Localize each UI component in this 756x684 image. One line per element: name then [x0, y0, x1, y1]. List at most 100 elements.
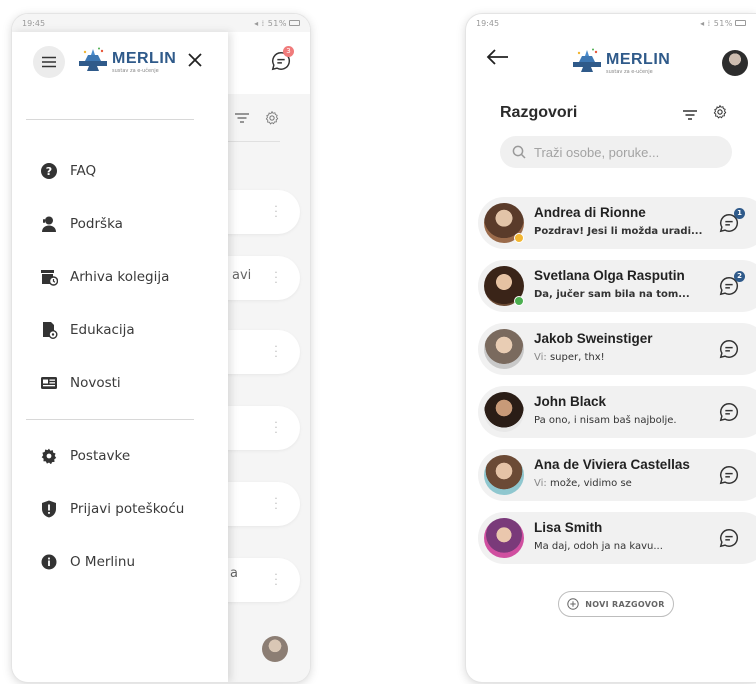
logo-name: MERLIN [112, 50, 177, 67]
question-icon: ? [40, 162, 58, 180]
preview-prefix: Vi: [534, 352, 547, 363]
unread-badge: 2 [734, 271, 745, 282]
conversation-name: John Black [534, 394, 607, 409]
unread-badge: 1 [734, 208, 745, 219]
battery-icon [289, 20, 300, 26]
background-filters [234, 110, 280, 126]
user-avatar[interactable] [722, 50, 748, 76]
battery-level: 51% [267, 18, 287, 28]
conversation-preview: Pozdrav! Jesi li možda uradi... [534, 226, 703, 237]
drawer-header: MERLIN sustav za e-učenje [12, 32, 228, 94]
avatar [484, 329, 524, 369]
avatar[interactable] [262, 636, 288, 662]
menu-item-edukacija[interactable]: Edukacija [40, 318, 135, 342]
merlin-logo: MERLIN sustav za e-učenje [570, 48, 670, 75]
phone-menu-screen: 3 · · · avi · · · · · · · · · · · · a · · · [12, 14, 310, 682]
menu-item-label: Arhiva kolegija [70, 269, 170, 285]
chat-badge: 3 [283, 46, 294, 57]
gear-icon [40, 447, 58, 465]
conversation-item[interactable]: Lisa Smith Ma daj, odoh ja na kavu... [478, 512, 756, 564]
phone-conversations-screen: 19:45 ◂ ⁞ 51% MERLIN sustav za e-učenje [466, 14, 756, 682]
menu-divider [26, 119, 194, 120]
merlin-logo: MERLIN sustav za e-učenje [76, 47, 176, 74]
svg-text:?: ? [46, 165, 52, 178]
conversation-preview: Da, jučer sam bila na tom... [534, 289, 690, 300]
support-icon [40, 215, 58, 233]
merlin-logo-icon [79, 47, 107, 71]
search-icon [512, 145, 526, 159]
kebab-icon: · · · [274, 492, 278, 515]
gear-icon[interactable] [264, 110, 280, 126]
menu-item-o-merlinu[interactable]: O Merlinu [40, 550, 135, 574]
preview-text: super, thx! [549, 352, 605, 363]
menu-item-postavke[interactable]: Postavke [40, 444, 130, 468]
background-card-text: avi [232, 268, 252, 283]
conversation-preview: Vi: super, thx! [534, 352, 605, 363]
conversation-name: Andrea di Rionne [534, 205, 646, 220]
news-icon [40, 374, 58, 392]
conversation-item[interactable]: Ana de Viviera Castellas Vi: može, vidim… [478, 449, 756, 501]
search-input[interactable] [534, 144, 704, 160]
menu-divider [26, 419, 194, 420]
merlin-logo-icon [573, 48, 601, 72]
kebab-icon: · · · [274, 266, 278, 289]
menu-item-podrska[interactable]: Podrška [40, 212, 123, 236]
app-header: MERLIN sustav za e-učenje [466, 32, 756, 90]
conversation-name: Lisa Smith [534, 520, 603, 535]
plus-circle-icon [567, 598, 579, 610]
chat-bubble-icon [719, 340, 739, 359]
preview-prefix: Vi: [534, 478, 547, 489]
gear-icon [713, 104, 727, 119]
preview-text: može, vidimo se [549, 478, 632, 489]
kebab-icon: · · · [274, 568, 278, 591]
logo-subtitle: sustav za e-učenje [112, 68, 159, 74]
conversation-preview: Pa ono, i nisam baš najbolje. [534, 415, 677, 426]
conversation-name: Ana de Viviera Castellas [534, 457, 690, 472]
status-indicators: ◂ ⁞ 51% [700, 19, 746, 28]
settings-button[interactable] [712, 104, 728, 124]
archive-icon [40, 268, 58, 286]
menu-item-prijavi-poteskocu[interactable]: Prijavi poteškoću [40, 497, 184, 521]
chat-bubble-icon [719, 529, 739, 548]
menu-item-label: FAQ [70, 163, 97, 179]
new-conversation-button[interactable]: NOVI RAZGOVOR [558, 591, 674, 617]
menu-item-faq[interactable]: ? FAQ [40, 159, 96, 183]
conversation-item[interactable]: John Black Pa ono, i nisam baš najbolje. [478, 386, 756, 438]
conversation-item[interactable]: Jakob Sweinstiger Vi: super, thx! [478, 323, 756, 375]
chat-bubble-icon [719, 403, 739, 422]
filter-icon [683, 110, 697, 120]
hamburger-button[interactable] [33, 46, 65, 78]
page-title: Razgovori [500, 104, 578, 121]
navigation-drawer: MERLIN sustav za e-učenje ? FAQ Podrška … [12, 32, 228, 682]
menu-item-label: Prijavi poteškoću [70, 501, 185, 517]
filter-icon[interactable] [234, 112, 250, 124]
conversation-preview: Vi: može, vidimo se [534, 478, 632, 489]
chat-notifications-button[interactable]: 3 [270, 46, 294, 76]
menu-item-label: Edukacija [70, 322, 135, 338]
avatar [484, 392, 524, 432]
menu-item-label: Podrška [70, 216, 123, 232]
status-indicators: ◂ ⁞ 51% [254, 19, 300, 28]
avatar [484, 518, 524, 558]
close-drawer-button[interactable] [186, 51, 204, 73]
conversation-name: Svetlana Olga Rasputin [534, 268, 685, 283]
menu-item-novosti[interactable]: Novosti [40, 371, 121, 395]
status-time: 19:45 [22, 18, 46, 28]
hamburger-icon [42, 56, 56, 68]
chat-bubble-icon [719, 466, 739, 485]
background-card-text: a [230, 566, 238, 581]
back-arrow-icon [486, 49, 508, 65]
info-icon [40, 553, 58, 571]
back-button[interactable] [486, 48, 510, 70]
menu-item-arhiva-kolegija[interactable]: Arhiva kolegija [40, 265, 169, 289]
menu-item-label: Novosti [70, 375, 121, 391]
status-dot [514, 233, 524, 243]
conversation-item[interactable]: Svetlana Olga Rasputin Da, jučer sam bil… [478, 260, 756, 312]
conversation-name: Jakob Sweinstiger [534, 331, 653, 346]
menu-item-label: O Merlinu [70, 554, 136, 570]
conversation-item[interactable]: Andrea di Rionne Pozdrav! Jesi li možda … [478, 197, 756, 249]
avatar [484, 455, 524, 495]
filter-button[interactable] [682, 106, 698, 125]
logo-name: MERLIN [606, 51, 671, 68]
new-conversation-label: NOVI RAZGOVOR [585, 599, 665, 609]
